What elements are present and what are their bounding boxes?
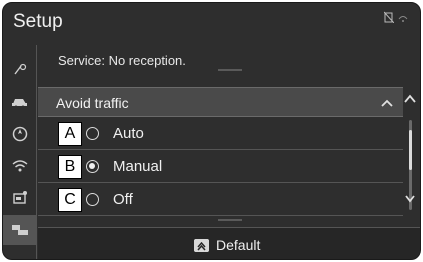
scroll-hint-bottom bbox=[218, 219, 242, 221]
radio-manual[interactable] bbox=[86, 160, 99, 173]
compass-icon bbox=[12, 126, 28, 142]
sidebar-item-vehicle[interactable] bbox=[3, 87, 37, 117]
sidebar-item-traffic[interactable] bbox=[3, 215, 37, 245]
option-manual[interactable]: B Manual bbox=[38, 151, 403, 183]
scroll-hint-top bbox=[218, 69, 242, 71]
display-settings-icon bbox=[13, 191, 27, 204]
page-title: Setup bbox=[13, 11, 63, 32]
callout-a: A bbox=[58, 122, 82, 146]
sidebar-item-display[interactable] bbox=[3, 183, 37, 213]
default-button[interactable]: Default bbox=[194, 235, 260, 255]
setup-screen: Setup Service: No reception. Avoid traff… bbox=[2, 2, 421, 260]
main-content: Service: No reception. Avoid traffic A A… bbox=[38, 45, 420, 259]
avoid-traffic-header[interactable]: Avoid traffic bbox=[38, 87, 403, 117]
network-icon bbox=[398, 16, 408, 22]
reset-icon bbox=[194, 238, 209, 252]
section-title: Avoid traffic bbox=[56, 95, 129, 111]
sidebar-item-wireless[interactable] bbox=[3, 151, 37, 181]
service-notice: Service: No reception. bbox=[58, 53, 186, 68]
nav-settings-icon bbox=[14, 63, 27, 75]
scrollbar[interactable] bbox=[400, 87, 420, 227]
scroll-thumb[interactable] bbox=[409, 130, 412, 170]
radio-off[interactable] bbox=[86, 193, 99, 206]
no-signal-icon bbox=[384, 11, 394, 23]
vehicle-icon bbox=[12, 99, 27, 109]
option-label-off: Off bbox=[113, 191, 133, 208]
default-label: Default bbox=[216, 237, 261, 253]
footer-bar: Default bbox=[38, 227, 420, 259]
callout-b: B bbox=[58, 155, 82, 179]
traffic-icon bbox=[12, 225, 28, 235]
sidebar-item-navigation[interactable] bbox=[3, 55, 37, 85]
option-off[interactable]: C Off bbox=[38, 184, 403, 216]
chevron-up-icon[interactable] bbox=[379, 95, 395, 111]
option-label-manual: Manual bbox=[113, 158, 163, 175]
callout-c: C bbox=[58, 188, 82, 212]
sidebar bbox=[3, 45, 37, 259]
radio-auto[interactable] bbox=[86, 127, 99, 140]
option-auto[interactable]: A Auto bbox=[38, 118, 403, 150]
option-label-auto: Auto bbox=[113, 125, 144, 142]
sidebar-item-compass[interactable] bbox=[3, 119, 37, 149]
status-bar bbox=[384, 11, 408, 23]
wifi-icon bbox=[12, 160, 28, 172]
scroll-up-icon[interactable] bbox=[403, 93, 417, 105]
scroll-down-icon[interactable] bbox=[404, 193, 416, 205]
